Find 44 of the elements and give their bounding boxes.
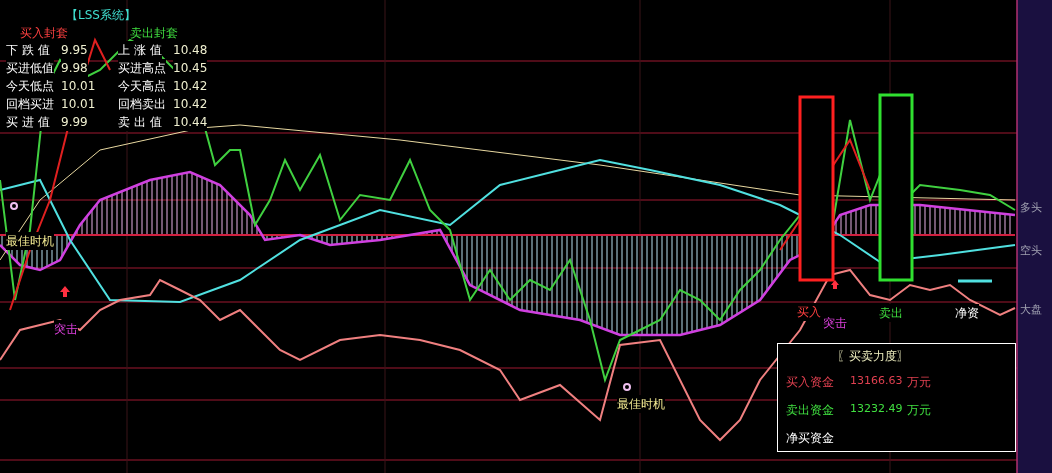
envelope-value: 10.01	[61, 95, 96, 113]
envelope-label: 上 涨 值	[118, 41, 162, 59]
envelope-label: 今天高点	[118, 77, 166, 95]
signal-label: 突击	[823, 314, 847, 332]
fund-value: 13166.63	[850, 373, 903, 389]
up-arrow-icon	[831, 280, 839, 289]
envelope-label: 卖 出 值	[118, 113, 162, 131]
fund-label: 买入资金	[786, 374, 834, 391]
fund-value: 13232.49	[850, 401, 903, 417]
panel-title: 〖买卖力度〗	[837, 348, 909, 365]
envelope-label: 下 跌 值	[6, 41, 50, 59]
axis-label: 空头	[1020, 243, 1042, 259]
envelope-value: 10.01	[61, 77, 96, 95]
envelope-value: 10.44	[173, 113, 208, 131]
signal-label: 最佳时机	[617, 395, 665, 413]
circle-marker-icon	[10, 202, 18, 210]
envelope-heading: 买入封套	[20, 25, 68, 42]
envelope-value: 9.99	[61, 113, 88, 131]
circle-marker-icon	[623, 383, 631, 391]
fund-unit: 万元	[907, 374, 931, 391]
envelope-heading: 卖出封套	[130, 25, 178, 42]
envelope-value: 10.42	[173, 77, 208, 95]
envelope-label: 今天低点	[6, 77, 54, 95]
envelope-label: 回档卖出	[118, 95, 166, 113]
envelope-label: 回档买进	[6, 95, 54, 113]
signal-label: 卖出	[879, 304, 903, 322]
fund-label: 净买资金	[786, 430, 834, 447]
envelope-label: 买进高点	[118, 59, 166, 77]
envelope-value: 10.42	[173, 95, 208, 113]
net-marker-line	[958, 279, 992, 283]
envelope-label: 买进低值	[6, 59, 54, 77]
signal-label: 最佳时机	[6, 232, 54, 250]
indicator-title: 【LSS系统】	[66, 7, 136, 24]
up-arrow-icon	[60, 286, 70, 297]
envelope-label: 买 进 值	[6, 113, 50, 131]
envelope-value: 9.98	[61, 59, 88, 77]
axis-label: 大盘	[1020, 302, 1042, 318]
signal-label: 突击	[54, 320, 78, 338]
fund-unit: 万元	[907, 402, 931, 419]
fund-label: 卖出资金	[786, 402, 834, 419]
axis-label: 多头	[1020, 200, 1042, 216]
signal-label: 净资	[955, 304, 979, 322]
signal-label: 买入	[797, 303, 821, 321]
envelope-value: 10.45	[173, 59, 208, 77]
